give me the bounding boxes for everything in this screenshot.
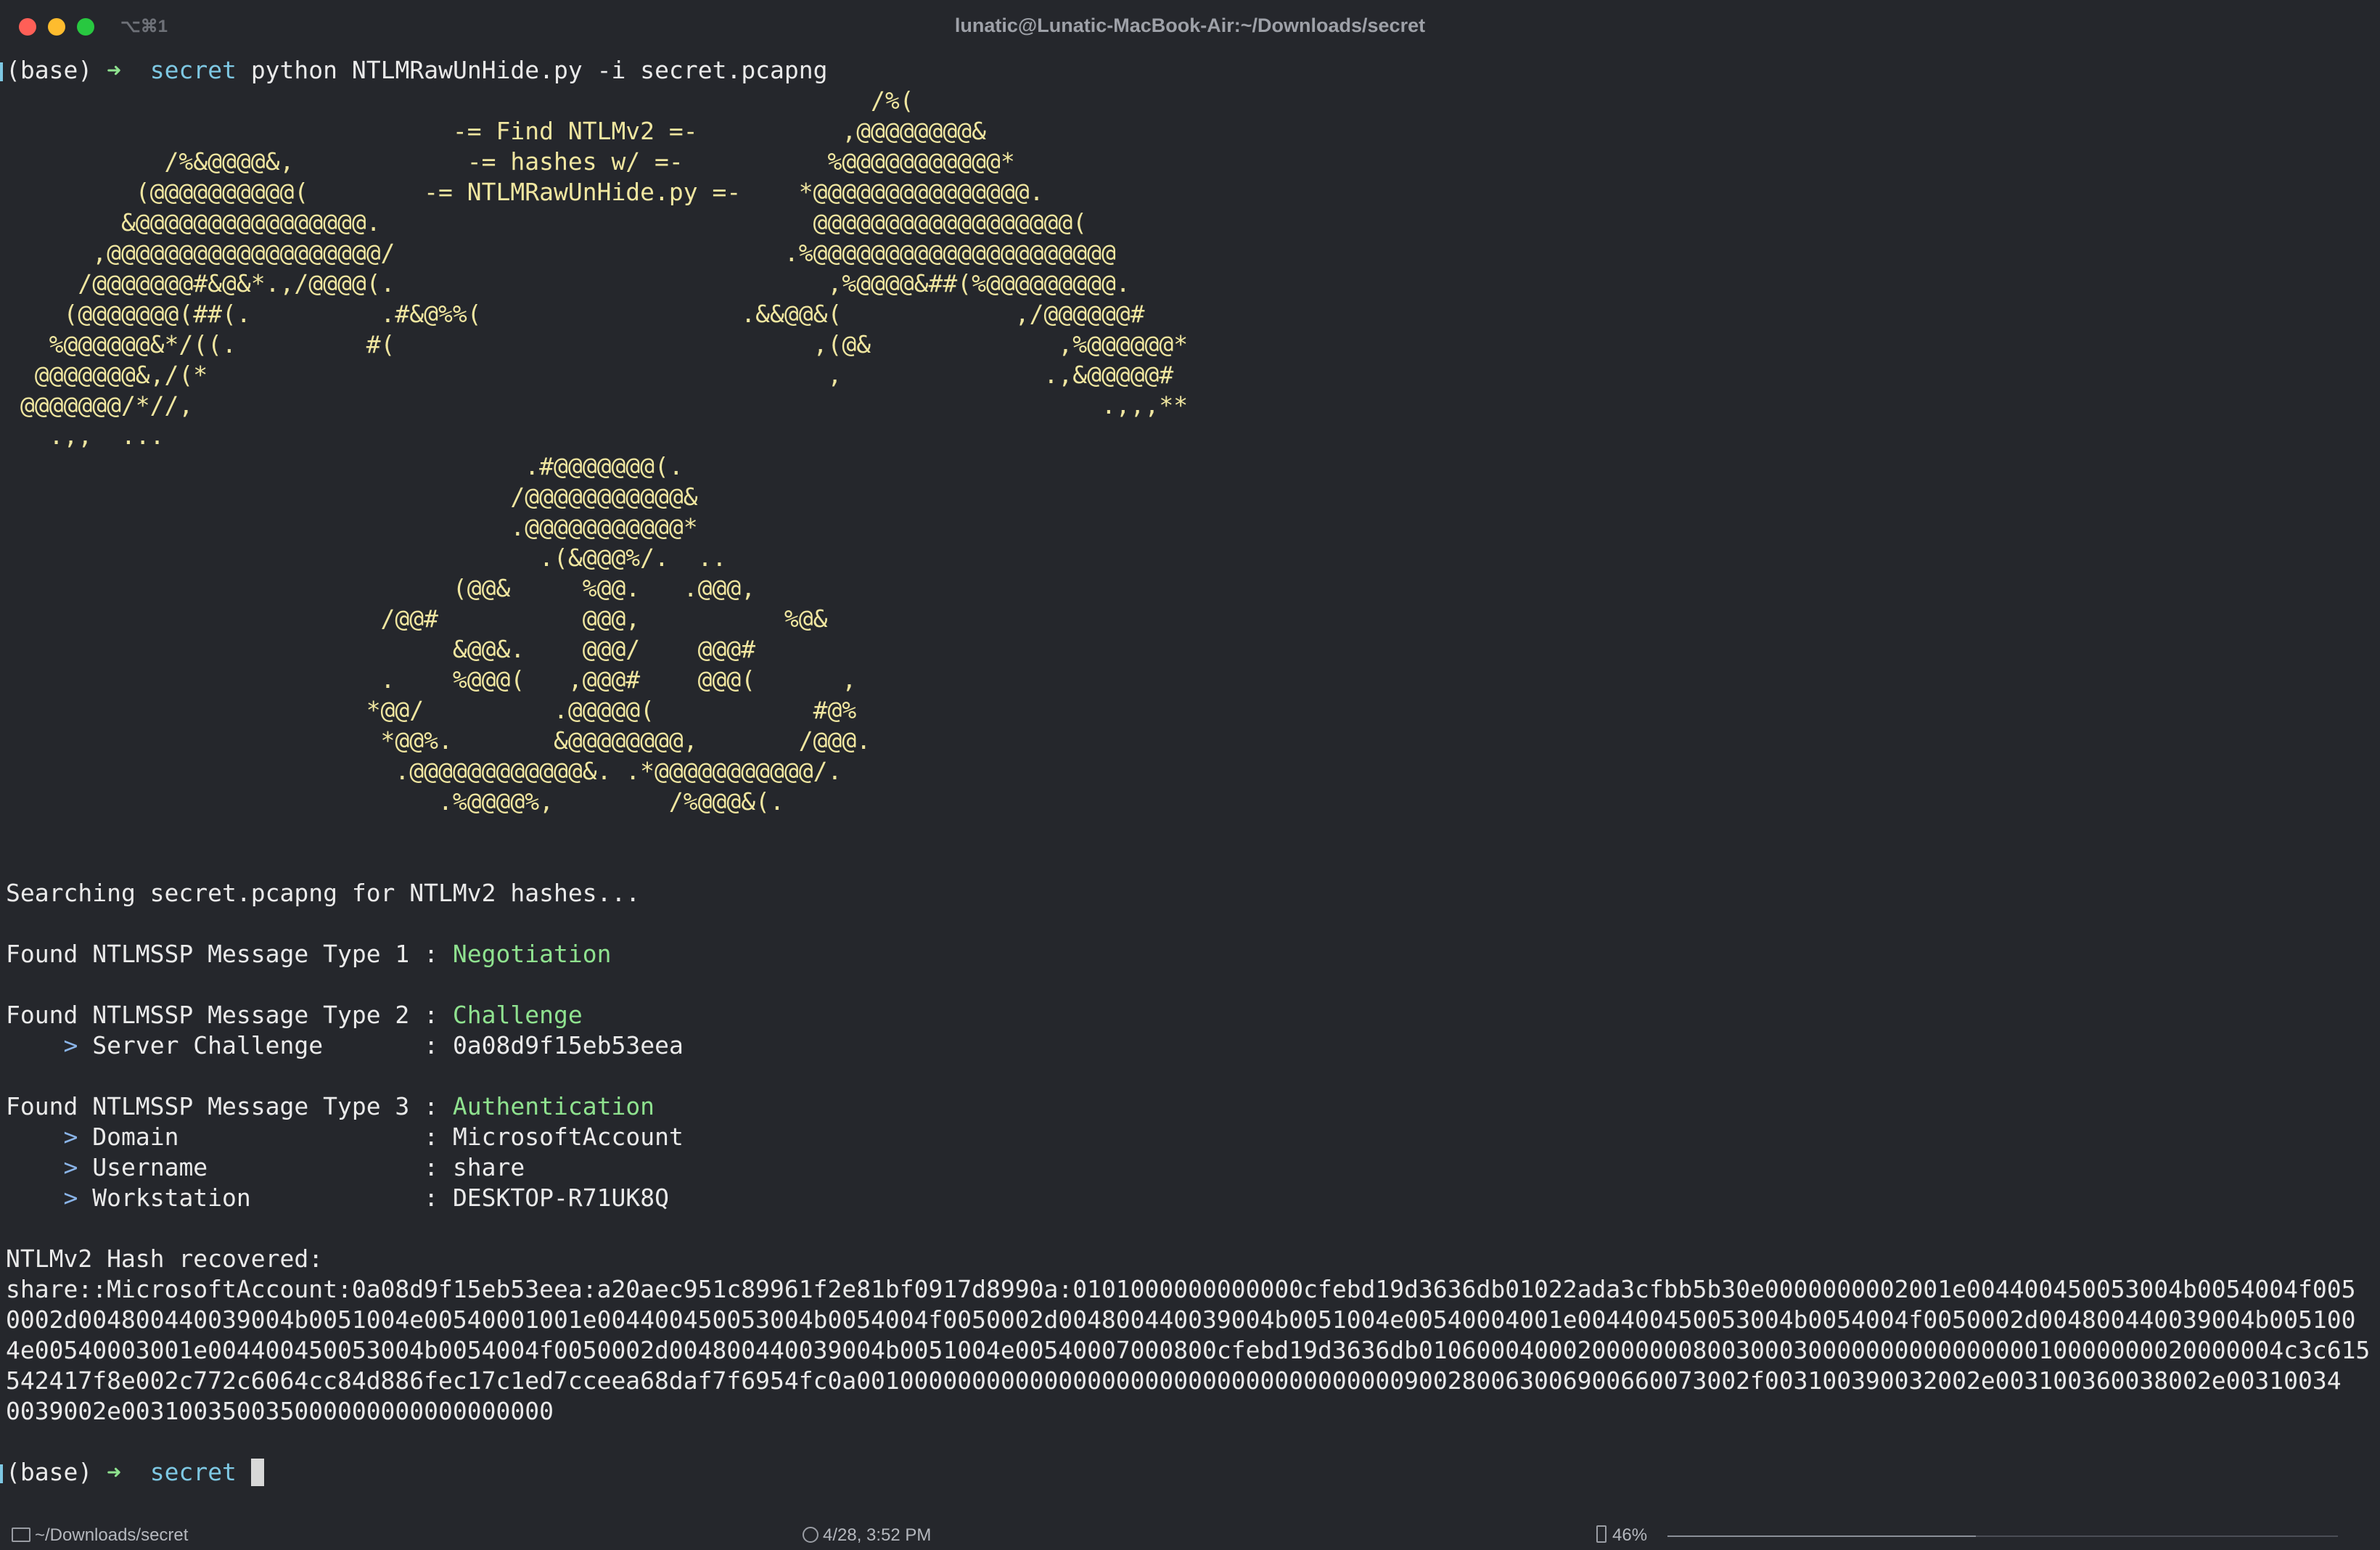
banner-line: . %@@@( ,@@@# @@@( ,	[6, 665, 857, 694]
banner-line: /%(	[6, 86, 914, 115]
terminal-window: ⌥⌘1 lunatic@Lunatic-MacBook-Air:~/Downlo…	[0, 0, 2380, 1550]
prompt-marker	[0, 62, 3, 81]
prompt-arrow: ➜	[107, 56, 121, 84]
message-type-1: Found NTLMSSP Message Type 1 : Negotiati…	[6, 939, 611, 969]
banner-line: *@@%. &@@@@@@@@, /@@@.	[6, 726, 871, 755]
banner-line: @@@@@@@/*//, .,,,**	[6, 391, 1189, 419]
status-datetime-label: 4/28, 3:52 PM	[823, 1525, 932, 1545]
username-row: > Username : share	[6, 1152, 525, 1183]
prompt-arrow: ➜	[107, 1458, 121, 1486]
banner-line: (@@@@@@@@@@( -= NTLMRawUnHide.py =- *@@@…	[6, 178, 1044, 206]
banner-line: .#@@@@@@@(.	[6, 452, 684, 480]
hash-line[interactable]: 0039002e003100350035000000000000000000	[6, 1396, 554, 1427]
prompt-marker	[0, 1464, 3, 1483]
banner-line: (@@@@@@@(##(. .#&@%%( .&&@@&( ,/@@@@@@#	[6, 300, 1145, 328]
banner-line: &@@&. @@@/ @@@#	[6, 635, 756, 663]
bullet-marker: >	[63, 1153, 78, 1181]
banner-line: /@@# @@@, %@&	[6, 604, 828, 633]
message-type-2-value: Challenge	[452, 1001, 583, 1029]
banner-line: .(&@@@%/. ..	[6, 544, 727, 572]
banner-line: /%&@@@@&, -= hashes w/ =- %@@@@@@@@@@@*	[6, 147, 1015, 176]
command-text: python NTLMRawUnHide.py -i secret.pcapng	[250, 56, 828, 84]
username-value: share	[452, 1153, 525, 1181]
server-challenge-row: > Server Challenge : 0a08d9f15eb53eea	[6, 1030, 684, 1061]
hash-line[interactable]: share::MicrosoftAccount:0a08d9f15eb53eea…	[6, 1274, 2355, 1305]
status-path-label: ~/Downloads/secret	[35, 1525, 189, 1545]
banner-line: .@@@@@@@@@@@@&. .*@@@@@@@@@@@/.	[6, 757, 842, 785]
terminal-output[interactable]: (base) ➜ secret python NTLMRawUnHide.py …	[0, 55, 2380, 1521]
prompt-dir: secret	[149, 1458, 237, 1486]
banner-line: -= Find NTLMv2 =- ,@@@@@@@@&	[6, 117, 987, 145]
banner-line: .,, ...	[6, 422, 165, 450]
message-type-1-label: Found NTLMSSP Message Type 1 :	[6, 940, 453, 968]
folder-icon	[12, 1528, 30, 1542]
status-battery: 46%	[1596, 1525, 1647, 1546]
bullet-marker: >	[63, 1184, 78, 1212]
message-type-2-label: Found NTLMSSP Message Type 2 :	[6, 1001, 453, 1029]
hash-header: NTLMv2 Hash recovered:	[6, 1244, 324, 1273]
hash-line[interactable]: 0002d004800440039004b0051004e00540001001…	[6, 1305, 2355, 1335]
workstation-row: > Workstation : DESKTOP-R71UK8Q	[6, 1183, 669, 1213]
banner-line: /@@@@@@@#&@&*.,/@@@@(. ,%@@@@&##(%@@@@@@…	[6, 269, 1130, 298]
text-cursor	[250, 1459, 264, 1486]
banner-line: &@@@@@@@@@@@@@@@@. @@@@@@@@@@@@@@@@@@(	[6, 208, 1088, 237]
banner-line: (@@& %@@. .@@@,	[6, 574, 756, 602]
prompt-dir: secret	[149, 56, 237, 84]
bullet-marker: >	[63, 1123, 78, 1151]
battery-bar	[1667, 1535, 2338, 1537]
banner-line: .@@@@@@@@@@@*	[6, 513, 698, 541]
status-battery-label: 46%	[1612, 1525, 1648, 1545]
banner-line: @@@@@@@&,/(* , .,&@@@@@#	[6, 361, 1174, 389]
username-label: Username :	[92, 1153, 453, 1181]
hash-line[interactable]: 542417f8e002c772c6064cc84d886fec17c1ed7c…	[6, 1366, 2342, 1396]
server-challenge-value: 0a08d9f15eb53eea	[452, 1031, 684, 1059]
command-line-2[interactable]: (base) ➜ secret	[6, 1457, 264, 1488]
prompt-env: (base)	[6, 1458, 93, 1486]
clock-icon	[803, 1527, 818, 1543]
banner-line: %@@@@@@&*/((. #( ,(@& ,%@@@@@@*	[6, 330, 1189, 358]
status-path[interactable]: ~/Downloads/secret	[12, 1525, 188, 1546]
bullet-marker: >	[63, 1031, 78, 1059]
hash-line[interactable]: 4e00540003001e004400450053004b0054004f00…	[6, 1335, 2370, 1366]
server-challenge-label: Server Challenge :	[92, 1031, 453, 1059]
banner-line: /@@@@@@@@@@@&	[6, 483, 698, 511]
status-datetime: 4/28, 3:52 PM	[803, 1525, 931, 1546]
message-type-3-label: Found NTLMSSP Message Type 3 :	[6, 1092, 453, 1120]
prompt-env: (base)	[6, 56, 93, 84]
domain-label: Domain :	[92, 1123, 453, 1151]
window-title: lunatic@Lunatic-MacBook-Air:~/Downloads/…	[954, 15, 1426, 36]
domain-value: MicrosoftAccount	[452, 1123, 684, 1151]
banner-line: .%@@@@%, /%@@@&(.	[6, 787, 784, 816]
banner-line: ,@@@@@@@@@@@@@@@@@@@/ .%@@@@@@@@@@@@@@@@…	[6, 239, 1116, 267]
message-type-1-value: Negotiation	[452, 940, 612, 968]
battery-bar-fill	[1667, 1535, 1977, 1537]
searching-message: Searching secret.pcapng for NTLMv2 hashe…	[6, 879, 641, 907]
message-type-2: Found NTLMSSP Message Type 2 : Challenge	[6, 1000, 583, 1030]
title-bar: ⌥⌘1 lunatic@Lunatic-MacBook-Air:~/Downlo…	[0, 0, 2380, 52]
message-type-3-value: Authentication	[452, 1092, 655, 1120]
status-bar: ~/Downloads/secret 4/28, 3:52 PM 46%	[0, 1521, 2380, 1550]
domain-row: > Domain : MicrosoftAccount	[6, 1122, 684, 1152]
message-type-3: Found NTLMSSP Message Type 3 : Authentic…	[6, 1091, 654, 1122]
battery-icon	[1596, 1525, 1606, 1543]
banner-line: *@@/ .@@@@@( #@%	[6, 696, 857, 724]
command-line-1: (base) ➜ secret python NTLMRawUnHide.py …	[6, 55, 828, 86]
workstation-label: Workstation :	[92, 1184, 453, 1212]
workstation-value: DESKTOP-R71UK8Q	[452, 1184, 669, 1212]
